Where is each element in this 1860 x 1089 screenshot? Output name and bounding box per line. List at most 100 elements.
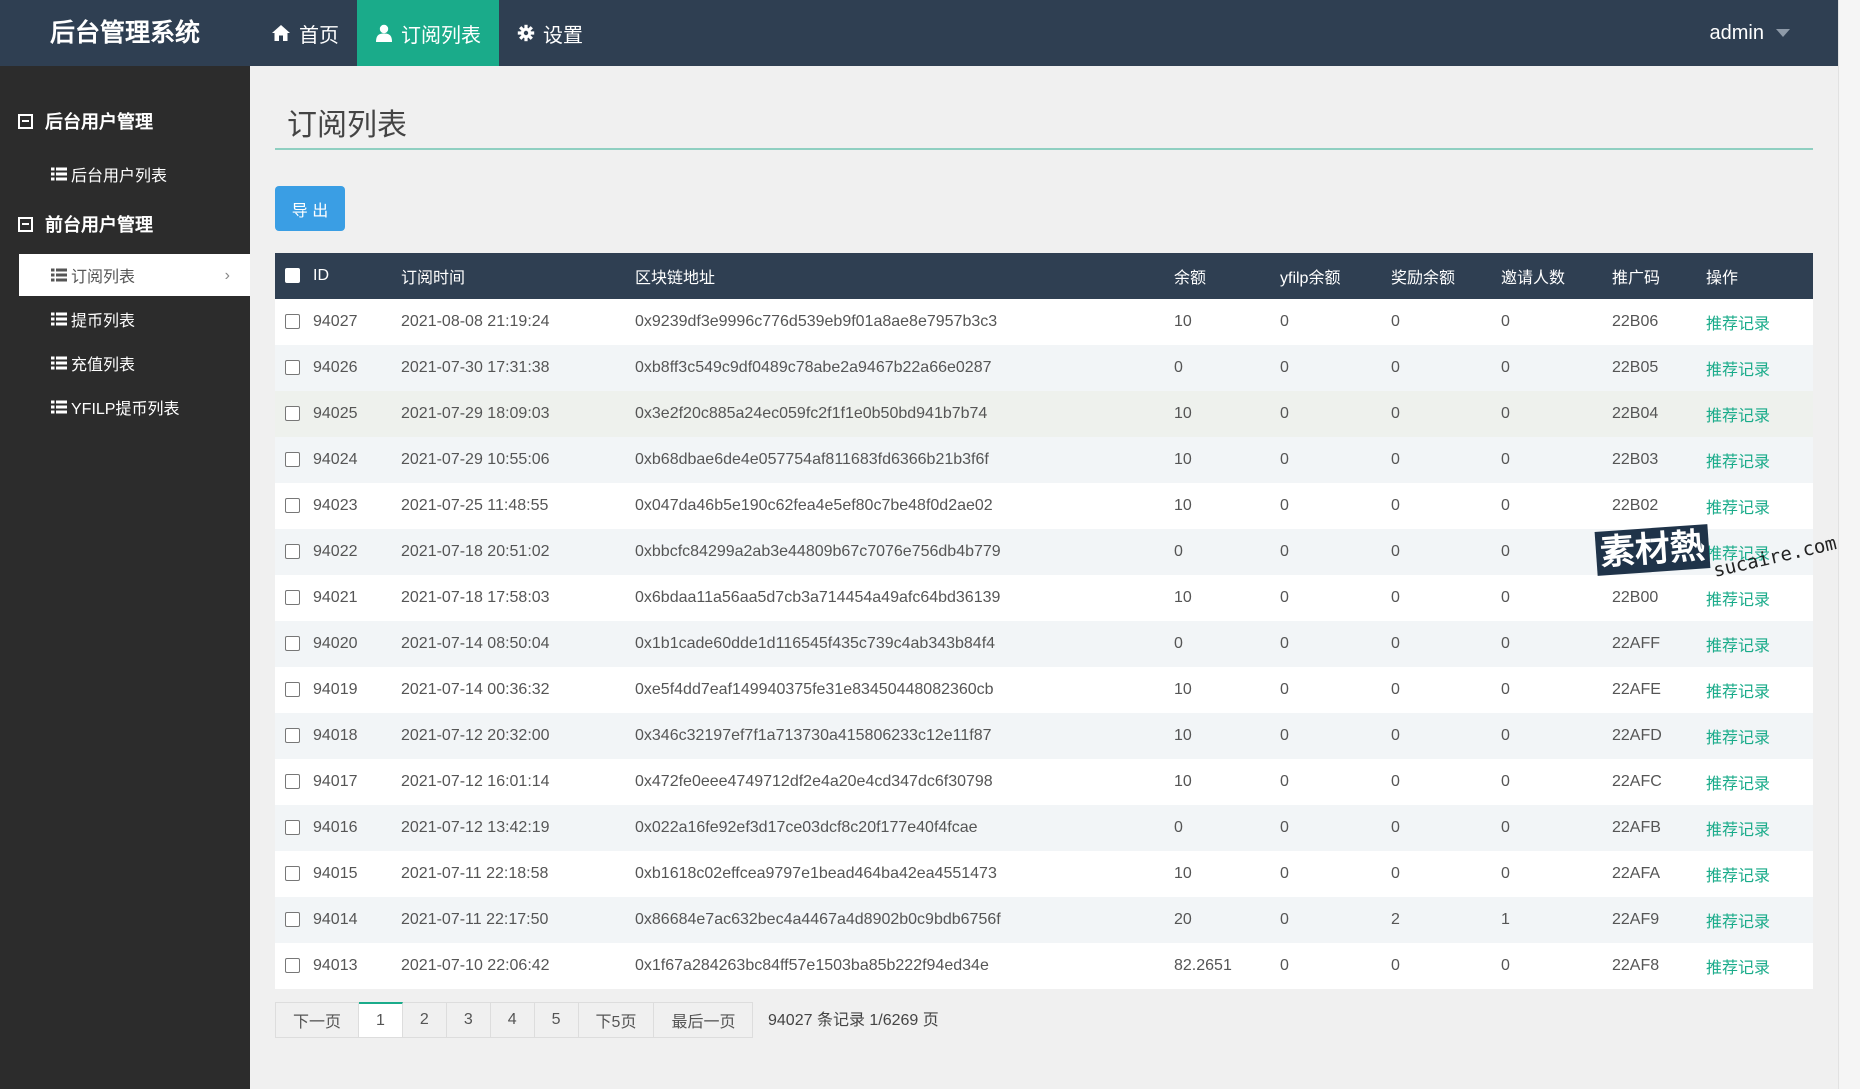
row-select-cell: [275, 943, 313, 989]
referral-record-link[interactable]: 推荐记录: [1706, 362, 1770, 379]
cell-yfilp-balance: 0: [1280, 497, 1289, 514]
cell-id: 94027: [313, 313, 358, 330]
sidebar-group-frontend-users[interactable]: 前台用户管理: [18, 209, 153, 239]
cell-reward-balance: 0: [1391, 773, 1400, 790]
row-select-cell: [275, 667, 313, 713]
cell-action: 推荐记录: [1706, 713, 1813, 759]
referral-record-link[interactable]: 推荐记录: [1706, 592, 1770, 609]
nav-home[interactable]: 首页: [253, 0, 357, 66]
nav-settings[interactable]: 设置: [499, 0, 601, 66]
sidebar-item-admin-user-list[interactable]: 后台用户列表: [19, 153, 250, 195]
cell-time: 2021-07-25 11:48:55: [401, 497, 549, 514]
cell-action: 推荐记录: [1706, 621, 1813, 667]
sidebar-group-admin-users[interactable]: 后台用户管理: [18, 106, 153, 136]
cell-time: 2021-07-14 08:50:04: [401, 635, 550, 652]
sidebar-item-subscription-list[interactable]: 订阅列表 ›: [19, 254, 250, 296]
cell-balance: 0: [1174, 635, 1183, 652]
referral-record-link[interactable]: 推荐记录: [1706, 960, 1770, 977]
referral-record-link[interactable]: 推荐记录: [1706, 638, 1770, 655]
table-row: 94022 2021-07-18 20:51:02 0xbbcfc84299a2ab…: [275, 529, 1813, 575]
row-select-cell: [275, 713, 313, 759]
row-checkbox[interactable]: [285, 452, 300, 468]
sidebar-item-withdraw-list[interactable]: 提币列表: [19, 298, 250, 340]
user-menu[interactable]: admin: [1710, 0, 1790, 66]
row-checkbox[interactable]: [285, 774, 300, 790]
cell-reward-balance: 0: [1391, 819, 1400, 836]
cell-balance: 10: [1174, 589, 1192, 606]
row-checkbox[interactable]: [285, 636, 300, 652]
column-header: 奖励余额: [1391, 270, 1456, 287]
row-checkbox[interactable]: [285, 682, 300, 698]
cell-time: 2021-07-10 22:06:42: [401, 957, 550, 974]
cell-address: 0xbbcfc84299a2ab3e44809b67c7076e756db4b7…: [635, 543, 1001, 560]
row-checkbox[interactable]: [285, 912, 300, 928]
referral-record-link[interactable]: 推荐记录: [1706, 454, 1770, 471]
cell-action: 推荐记录: [1706, 391, 1813, 437]
cell-id: 94022: [313, 543, 358, 560]
row-checkbox[interactable]: [285, 590, 300, 606]
referral-record-link[interactable]: 推荐记录: [1706, 730, 1770, 747]
sidebar: 后台用户管理 后台用户列表 前台用户管理 订阅列表 › 提币列表 充值列表 YF…: [0, 66, 250, 1089]
row-checkbox[interactable]: [285, 406, 300, 422]
cell-yfilp-balance: 0: [1280, 359, 1289, 376]
page-button[interactable]: 4: [490, 1002, 535, 1038]
cell-reward-balance: 0: [1391, 359, 1400, 376]
row-checkbox[interactable]: [285, 498, 300, 514]
sidebar-item-deposit-list[interactable]: 充值列表: [19, 342, 250, 384]
page-button[interactable]: 5: [534, 1002, 579, 1038]
nav-settings-label: 设置: [543, 24, 583, 47]
nav-subscriptions[interactable]: 订阅列表: [357, 0, 499, 66]
gear-icon: [517, 24, 535, 42]
next5-pages-button[interactable]: 下5页: [578, 1002, 655, 1038]
table-row: 94013 2021-07-10 22:06:42 0x1f67a284263bc8…: [275, 943, 1813, 989]
row-select-cell: [275, 529, 313, 575]
chevron-right-icon: ›: [224, 267, 230, 284]
table-row: 94018 2021-07-12 20:32:00 0x346c32197ef7f1…: [275, 713, 1813, 759]
sidebar-item-yfilp-withdraw-list[interactable]: YFILP提币列表: [19, 386, 250, 428]
cell-reward-balance: 0: [1391, 405, 1400, 422]
cell-promo-code: 22B06: [1612, 313, 1659, 330]
cell-id: 94023: [313, 497, 358, 514]
row-checkbox[interactable]: [285, 544, 300, 560]
select-all-checkbox[interactable]: [285, 268, 300, 284]
cell-address: 0x3e2f20c885a24ec059fc2f1f1e0b50bd941b7b…: [635, 405, 988, 422]
referral-record-link[interactable]: 推荐记录: [1706, 868, 1770, 885]
page-button[interactable]: 3: [446, 1002, 491, 1038]
cell-time: 2021-08-08 21:19:24: [401, 313, 550, 330]
cell-id: 94024: [313, 451, 358, 468]
row-checkbox[interactable]: [285, 820, 300, 836]
export-button[interactable]: 导 出: [275, 186, 345, 231]
row-checkbox[interactable]: [285, 728, 300, 744]
row-checkbox[interactable]: [285, 866, 300, 882]
page-button[interactable]: 2: [402, 1002, 447, 1038]
referral-record-link[interactable]: 推荐记录: [1706, 500, 1770, 517]
cell-yfilp-balance: 0: [1280, 911, 1289, 928]
row-checkbox[interactable]: [285, 958, 300, 974]
row-checkbox[interactable]: [285, 314, 300, 330]
referral-record-link[interactable]: 推荐记录: [1706, 408, 1770, 425]
cell-id: 94016: [313, 819, 358, 836]
table-row: 94021 2021-07-18 17:58:03 0x6bdaa11a56aa5d…: [275, 575, 1813, 621]
cell-id: 94025: [313, 405, 358, 422]
cell-invite-count: 0: [1501, 819, 1510, 836]
pagination-info: 94027 条记录 1/6269 页: [768, 1012, 939, 1029]
referral-record-link[interactable]: 推荐记录: [1706, 684, 1770, 701]
list-icon: [51, 268, 67, 282]
referral-record-link[interactable]: 推荐记录: [1706, 316, 1770, 333]
table-row: 94024 2021-07-29 10:55:06 0xb68dbae6de4e05…: [275, 437, 1813, 483]
cell-invite-count: 0: [1501, 727, 1510, 744]
cell-promo-code: 22AFC: [1612, 773, 1662, 790]
sidebar-item-label: 充值列表: [71, 357, 136, 374]
prev-page-button[interactable]: 下一页: [275, 1002, 360, 1038]
cell-invite-count: 0: [1501, 773, 1510, 790]
sidebar-group-label: 后台用户管理: [45, 112, 153, 132]
page-button-current[interactable]: 1: [359, 1002, 403, 1038]
chevron-down-icon: [1776, 29, 1790, 37]
last-page-button[interactable]: 最后一页: [654, 1002, 754, 1038]
row-checkbox[interactable]: [285, 360, 300, 376]
referral-record-link[interactable]: 推荐记录: [1706, 822, 1770, 839]
cell-promo-code: 22AF9: [1612, 911, 1660, 928]
cell-invite-count: 1: [1501, 911, 1510, 928]
referral-record-link[interactable]: 推荐记录: [1706, 776, 1770, 793]
referral-record-link[interactable]: 推荐记录: [1706, 914, 1770, 931]
